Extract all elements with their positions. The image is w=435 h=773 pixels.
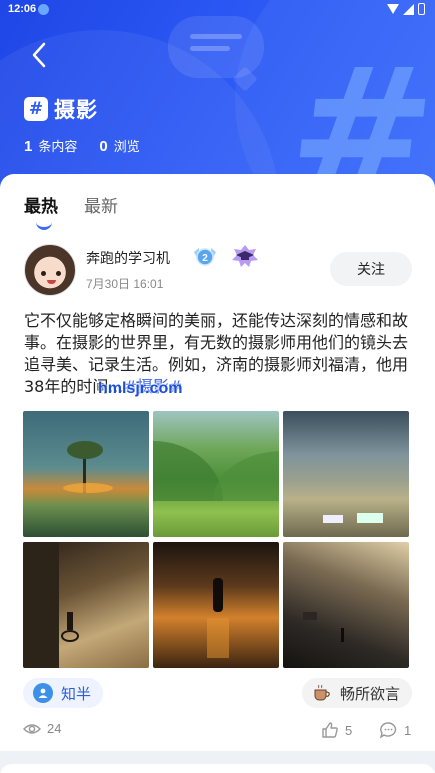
comment-icon (379, 722, 397, 739)
level-badge-icon: 2 (194, 248, 216, 266)
post-author: 奔跑的学习机 2 7月30日 16:01 关注 (24, 244, 412, 296)
rainy-street-walker-photo[interactable] (153, 542, 279, 668)
hashtag-icon: # (24, 97, 48, 121)
status-bar: 12:06 (0, 0, 435, 20)
sort-tabs: 最热 最新 (24, 192, 144, 230)
content-count: 1 条内容 (24, 138, 78, 155)
signal-icon (403, 3, 414, 15)
post-tags: 知半 畅所欲言 (23, 678, 412, 708)
follow-button[interactable]: 关注 (330, 252, 412, 286)
author-name[interactable]: 奔跑的学习机 (86, 248, 170, 268)
like-button[interactable]: 5 (321, 721, 352, 739)
comment-button[interactable]: 1 (379, 721, 411, 739)
page-title: 摄影 (54, 98, 98, 122)
view-count: 0 浏览 (99, 138, 140, 155)
circle-chip-label: 知半 (61, 684, 92, 703)
likes-count: 5 (345, 722, 353, 738)
topic-title-row: # 摄影 (24, 94, 98, 124)
graduate-cap-badge-icon (232, 245, 258, 267)
circle-chip[interactable]: 知半 (23, 678, 104, 708)
avatar[interactable] (24, 244, 76, 296)
status-time: 12:06 (8, 3, 37, 15)
views-count: 24 (47, 721, 62, 736)
chat-bubble-decoration (168, 16, 264, 78)
alley-cyclist-photo[interactable] (23, 542, 149, 668)
city-street-evening-photo[interactable] (283, 542, 409, 668)
image-grid (23, 411, 409, 668)
green-valley-photo[interactable] (153, 411, 279, 537)
watermark: hmlsjr.com (98, 380, 183, 397)
steppe-caravans-photo[interactable] (283, 411, 409, 537)
next-post-card (0, 764, 435, 773)
topic-header: # 12:06 # 摄影 1 条内容 0 浏览 (0, 0, 435, 200)
views-stat: 24 (23, 721, 61, 736)
svg-text:2: 2 (202, 253, 208, 264)
tab-hot[interactable]: 最热 (24, 192, 58, 230)
post-actions: 24 5 1 (23, 719, 412, 743)
back-button[interactable] (28, 40, 52, 70)
tab-latest[interactable]: 最新 (84, 192, 118, 217)
thumbs-up-icon (322, 722, 338, 738)
tree-sunset-photo[interactable] (23, 411, 149, 537)
circle-avatar-icon (33, 683, 53, 703)
coffee-cup-icon (312, 683, 332, 703)
board-chip[interactable]: 畅所欲言 (301, 678, 412, 708)
topic-stats: 1 条内容 0 浏览 (24, 136, 162, 155)
eye-icon (23, 723, 41, 734)
post-date: 7月30日 16:01 (86, 277, 164, 291)
comments-count: 1 (404, 722, 412, 738)
chevron-left-icon (32, 42, 46, 68)
notification-icon (38, 4, 49, 15)
battery-icon (418, 3, 425, 15)
post-body[interactable]: 它不仅能够定格瞬间的美丽，还能传达深刻的情感和故事。在摄影的世界里，有无数的摄影… (24, 310, 412, 398)
post-feed-card: 最热 最新 奔跑的学习机 2 7月30日 16:01 关注 它不仅能够定格瞬间的… (0, 174, 435, 751)
wifi-icon (387, 4, 399, 14)
board-chip-label: 畅所欲言 (339, 684, 400, 703)
